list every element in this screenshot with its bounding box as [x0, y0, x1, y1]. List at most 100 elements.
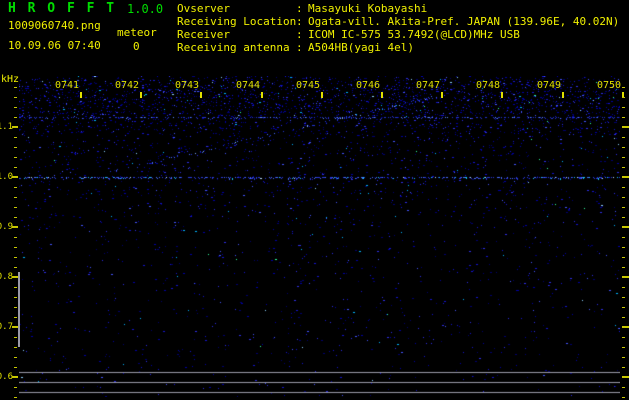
info-row: Ovserver: Masayuki Kobayashi: [177, 2, 619, 15]
info-row: Receiving Location: Ogata-vill. Akita-Pre…: [177, 15, 619, 28]
freq-tick-mark: [622, 107, 625, 108]
freq-tick-mark: [14, 247, 17, 248]
time-tick-mark: [80, 92, 82, 98]
freq-tick-mark: [622, 247, 625, 248]
time-tick-label: 0743: [175, 80, 200, 91]
freq-tick-mark: [14, 347, 17, 348]
time-tick-label: 0746: [356, 80, 381, 91]
freq-tick-mark: [622, 367, 625, 368]
freq-tick-mark: [14, 237, 17, 238]
freq-tick-mark: [622, 357, 625, 358]
freq-tick-mark: [14, 397, 17, 398]
freq-tick-mark: [14, 267, 17, 268]
freq-tick-mark: [14, 307, 17, 308]
time-tick-label: 0750: [597, 80, 622, 91]
freq-tick-mark: [14, 367, 17, 368]
meteor-counter-value: 0: [133, 40, 140, 53]
freq-tick-mark: [622, 167, 625, 168]
info-label: Receiver: [177, 28, 230, 41]
freq-tick-mark: [12, 126, 18, 128]
freq-tick-mark: [622, 137, 625, 138]
freq-tick-mark: [622, 257, 625, 258]
freq-tick-mark: [14, 137, 17, 138]
time-tick-label: 0747: [416, 80, 441, 91]
freq-tick-mark: [12, 176, 18, 178]
freq-tick-mark: [14, 297, 17, 298]
freq-tick-mark: [622, 226, 629, 228]
freq-tick-mark: [14, 257, 17, 258]
freq-tick-mark: [622, 217, 625, 218]
info-row: Receiving antenna: A504HB(yagi 4el): [177, 41, 619, 54]
station-info-block: Ovserver: Masayuki Kobayashi Receiving Loc…: [177, 2, 619, 54]
info-colon: :: [296, 28, 303, 41]
freq-tick-mark: [14, 187, 17, 188]
frequency-axis-unit-label: kHz: [1, 74, 20, 85]
freq-tick-mark: [622, 376, 629, 378]
freq-tick-mark: [14, 197, 17, 198]
time-tick-mark: [321, 92, 323, 98]
freq-tick-mark: [622, 237, 625, 238]
time-tick-mark: [200, 92, 202, 98]
freq-tick-mark: [14, 167, 17, 168]
time-tick-mark: [562, 92, 564, 98]
time-tick-label: 0749: [537, 80, 562, 91]
freq-tick-mark: [622, 387, 625, 388]
hrofft-window: H R O F F T 1.0.0 1009060740.png meteor …: [0, 0, 629, 400]
info-label: Ovserver: [177, 2, 230, 15]
freq-tick-mark: [622, 297, 625, 298]
freq-tick-mark: [14, 287, 17, 288]
time-tick-mark: [441, 92, 443, 98]
freq-tick-mark: [12, 226, 18, 228]
app-title: H R O F F T: [8, 1, 117, 16]
freq-tick-mark: [622, 317, 625, 318]
freq-tick-mark: [622, 337, 625, 338]
freq-tick-mark: [622, 347, 625, 348]
freq-tick-mark: [14, 117, 17, 118]
freq-tick-mark: [14, 317, 17, 318]
freq-tick-mark: [622, 397, 625, 398]
freq-tick-mark: [14, 387, 17, 388]
info-value: Ogata-vill. Akita-Pref. JAPAN (139.96E, …: [308, 15, 620, 28]
freq-tick-mark: [622, 287, 625, 288]
freq-tick-mark: [622, 207, 625, 208]
output-filename: 1009060740.png: [8, 19, 101, 32]
freq-tick-mark: [14, 217, 17, 218]
info-value: A504HB(yagi 4el): [308, 41, 414, 54]
freq-tick-mark: [622, 187, 625, 188]
freq-tick-mark: [14, 107, 17, 108]
time-tick-label: 0748: [476, 80, 501, 91]
freq-tick-mark: [622, 176, 629, 178]
freq-tick-mark: [622, 326, 629, 328]
observation-timestamp: 10.09.06 07:40: [8, 39, 101, 52]
time-tick-label: 0741: [55, 80, 80, 91]
time-tick-mark: [261, 92, 263, 98]
info-label: Receiving Location: [177, 15, 297, 28]
info-value: Masayuki Kobayashi: [308, 2, 428, 15]
spectrogram-canvas: [19, 76, 620, 397]
freq-tick-mark: [622, 117, 625, 118]
freq-tick-mark: [622, 197, 625, 198]
info-row: Receiver: ICOM IC-575 53.7492(@LCD)MHz US…: [177, 28, 619, 41]
freq-tick-mark: [622, 307, 625, 308]
level-scale-bar: [18, 272, 20, 347]
time-tick-label: 0742: [115, 80, 140, 91]
freq-tick-mark: [14, 97, 17, 98]
info-colon: :: [296, 15, 303, 28]
info-colon: :: [296, 41, 303, 54]
time-tick-mark: [140, 92, 142, 98]
info-colon: :: [296, 2, 303, 15]
freq-tick-mark: [12, 376, 18, 378]
meteor-counter-label: meteor: [117, 26, 157, 39]
time-tick-label: 0744: [236, 80, 261, 91]
freq-tick-mark: [14, 157, 17, 158]
freq-tick-mark: [14, 357, 17, 358]
freq-tick-mark: [622, 97, 625, 98]
time-tick-mark: [501, 92, 503, 98]
freq-tick-mark: [14, 147, 17, 148]
freq-tick-mark: [622, 87, 625, 88]
app-version: 1.0.0: [127, 2, 164, 16]
info-label: Receiving antenna: [177, 41, 290, 54]
freq-tick-mark: [622, 126, 629, 128]
freq-tick-mark: [622, 147, 625, 148]
info-value: ICOM IC-575 53.7492(@LCD)MHz USB: [308, 28, 520, 41]
